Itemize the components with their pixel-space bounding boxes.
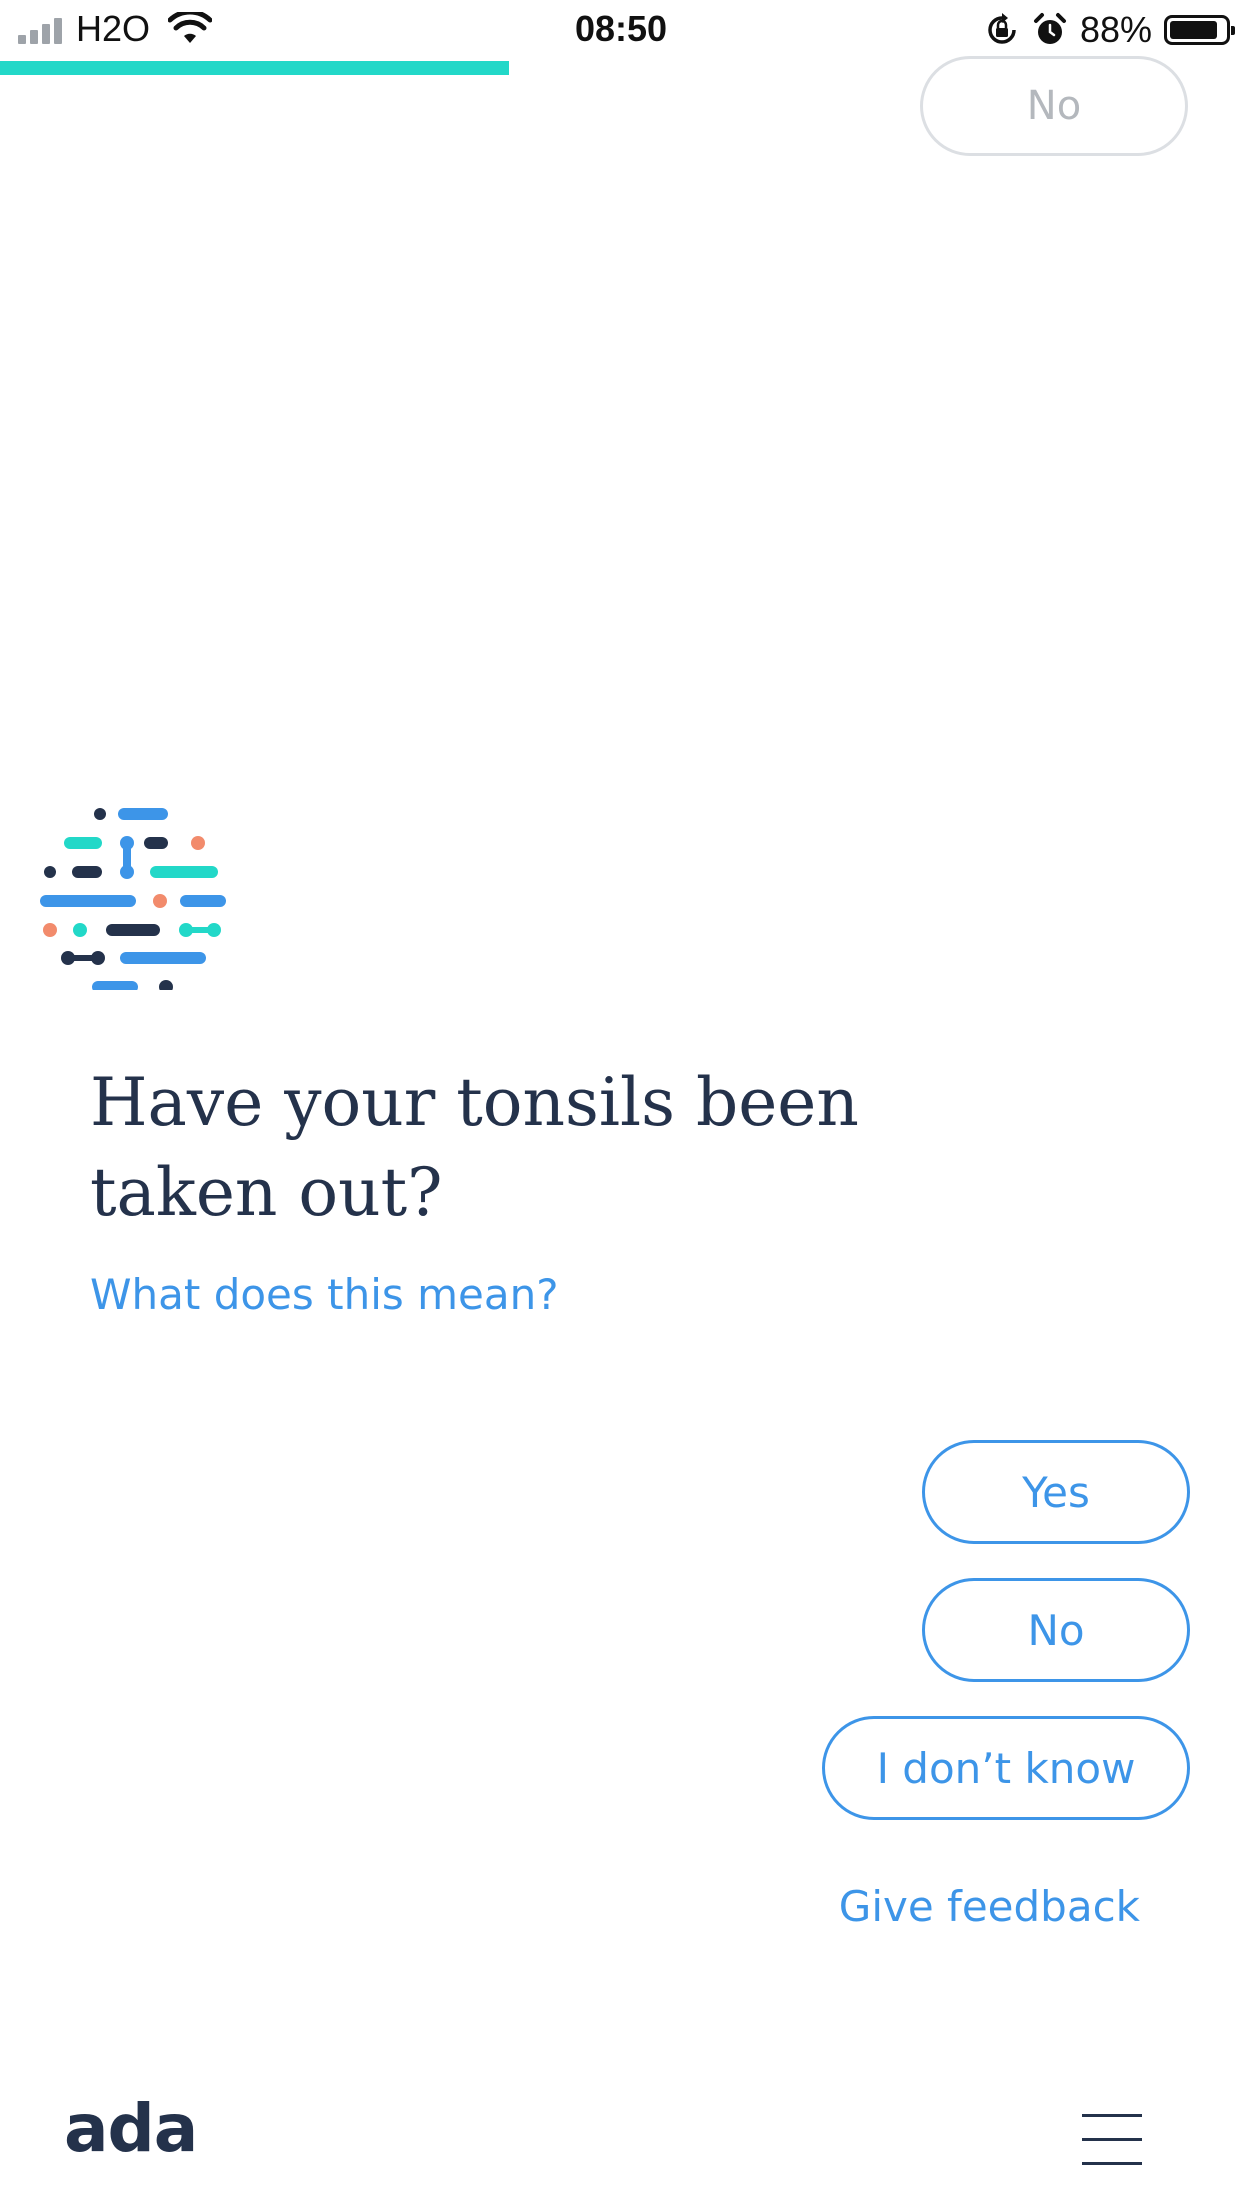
previous-answer-bubble: No (920, 56, 1188, 156)
battery-icon (1164, 15, 1235, 45)
answer-yes-button[interactable]: Yes (922, 1440, 1190, 1544)
status-right-group: 88% (984, 9, 1235, 50)
hamburger-menu-icon[interactable] (1082, 2110, 1142, 2170)
ada-logo: ada (64, 2090, 198, 2167)
ada-dots-logo-icon (40, 808, 226, 990)
progress-fill (0, 61, 510, 75)
answer-no-button[interactable]: No (922, 1578, 1190, 1682)
alarm-icon (1033, 13, 1066, 44)
question-text: Have your tonsils been taken out? (90, 1064, 859, 1231)
battery-fill (1170, 21, 1217, 39)
answer-dont-know-button[interactable]: I don’t know (822, 1716, 1190, 1820)
status-bar: H2O 08:50 88% (0, 0, 1242, 62)
give-feedback-link[interactable]: Give feedback (839, 1882, 1140, 1931)
what-does-this-mean-link[interactable]: What does this mean? (90, 1270, 559, 1319)
rotation-lock-icon (988, 13, 1016, 44)
battery-percent: 88% (1079, 9, 1152, 50)
